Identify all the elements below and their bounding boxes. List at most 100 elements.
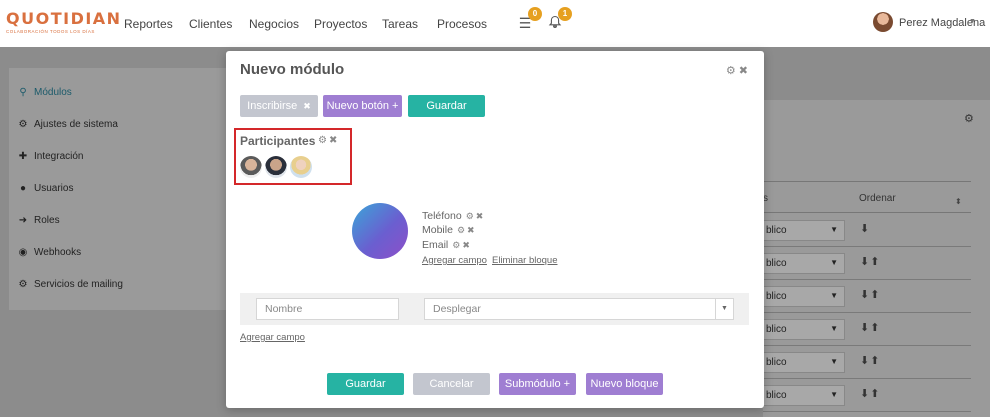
close-icon[interactable]: ✖	[303, 101, 311, 111]
sidebar-item-label: Integración	[34, 151, 84, 162]
add-submodule-button[interactable]: Submódulo +	[499, 373, 576, 395]
modal-title: Nuevo módulo	[240, 61, 345, 78]
sidebar-item-ajustes[interactable]: ⚙ Ajustes de sistema	[18, 119, 118, 130]
dropdown-value: Desplegar	[433, 303, 481, 315]
nav-clientes[interactable]: Clientes	[189, 17, 232, 31]
field-mobile: Mobile ⚙✖	[422, 224, 477, 236]
logo-wordmark: QUOTIDIAN	[6, 9, 122, 28]
sort-icon[interactable]: ⬍	[955, 197, 962, 206]
table-row: blico ▼ ⬇⬆	[763, 247, 971, 280]
gear-icon[interactable]: ⚙	[466, 211, 476, 221]
field-row: Nombre Desplegar ▼	[240, 293, 749, 325]
gear-icon[interactable]: ⚙	[964, 112, 974, 125]
add-block-button[interactable]: Nuevo bloque +	[586, 373, 663, 412]
app-logo[interactable]: QUOTIDIAN COLABORACIÓN TODOS LOS DÍAS	[6, 9, 122, 37]
user-avatar[interactable]	[873, 12, 893, 32]
background-select[interactable]: blico ▼	[763, 286, 845, 307]
background-select[interactable]: blico ▼	[763, 352, 845, 373]
move-arrows-icon[interactable]: ⬇⬆	[860, 255, 880, 268]
globe-icon: ◉	[18, 247, 28, 258]
nav-proyectos[interactable]: Proyectos	[314, 17, 367, 31]
background-select[interactable]: blico ▼	[763, 385, 845, 406]
close-icon[interactable]: ✖	[739, 65, 751, 77]
nav-procesos[interactable]: Procesos	[437, 17, 487, 31]
top-navbar: QUOTIDIAN COLABORACIÓN TODOS LOS DÍAS Re…	[0, 0, 990, 47]
background-select[interactable]: blico ▼	[763, 220, 845, 241]
subscribe-button-label: Inscribirse	[247, 100, 298, 112]
sidebar-item-roles[interactable]: ➜ Roles	[18, 215, 60, 226]
field-label: Email	[422, 239, 449, 251]
sidebar-item-label: Webhooks	[34, 247, 82, 258]
name-input[interactable]: Nombre	[256, 298, 399, 320]
chevron-down-icon[interactable]: ▼	[715, 299, 733, 319]
close-icon[interactable]: ✖	[462, 240, 472, 250]
sidebar-item-integracion[interactable]: ✚ Integración	[18, 151, 84, 162]
gears-icon: ⚙	[18, 119, 28, 130]
add-field-inline-link[interactable]: Agregar campo	[422, 255, 487, 266]
arrow-right-icon: ➜	[18, 215, 28, 226]
sidebar-item-webhooks[interactable]: ◉ Webhooks	[18, 247, 81, 258]
gear-icon[interactable]: ⚙	[726, 65, 739, 77]
gear-icon[interactable]: ⚙	[318, 135, 329, 146]
field-label: Mobile	[422, 224, 453, 236]
participant-avatar[interactable]	[265, 156, 287, 178]
field-label: Teléfono	[422, 210, 462, 222]
delete-block-link[interactable]: Eliminar bloque	[492, 255, 557, 266]
new-button-button[interactable]: Nuevo botón +	[323, 95, 402, 117]
table-row: blico ▼ ⬇	[763, 214, 971, 247]
cancel-button[interactable]: Cancelar	[413, 373, 490, 395]
sidebar-item-label: Roles	[34, 215, 60, 226]
nav-tareas[interactable]: Tareas	[382, 17, 418, 31]
settings-sidebar: ⚲ Módulos ⚙ Ajustes de sistema ✚ Integra…	[9, 68, 229, 310]
table-row: blico ▼ ⬇⬆	[763, 280, 971, 313]
move-arrows-icon[interactable]: ⬇⬆	[860, 354, 880, 367]
add-field-link[interactable]: Agregar campo	[240, 332, 305, 343]
notifications-badge: 1	[558, 7, 572, 21]
gear-icon: ⚙	[18, 279, 28, 290]
logo-tagline: COLABORACIÓN TODOS LOS DÍAS	[6, 29, 95, 34]
background-table-header: s Ordenar	[763, 181, 971, 213]
puzzle-icon: ✚	[18, 151, 28, 162]
modal-tools: ⚙✖	[726, 64, 751, 77]
sitemap-icon: ⚲	[19, 87, 27, 98]
gear-icon[interactable]: ⚙	[452, 240, 462, 250]
user-icon: ●	[19, 183, 27, 194]
participants-block: Participantes ⚙✖	[234, 128, 352, 185]
move-arrows-icon[interactable]: ⬇⬆	[860, 321, 880, 334]
close-icon[interactable]: ✖	[467, 225, 477, 235]
sidebar-item-label: Usuarios	[34, 183, 74, 194]
sidebar-item-usuarios[interactable]: ● Usuarios	[18, 183, 74, 194]
close-icon[interactable]: ✖	[329, 135, 339, 146]
participant-avatar[interactable]	[290, 156, 312, 178]
close-icon[interactable]: ✖	[476, 211, 486, 221]
module-avatar[interactable]	[352, 203, 408, 259]
participants-tools: ⚙✖	[318, 135, 339, 146]
field-telefono: Teléfono ⚙✖	[422, 210, 485, 222]
sidebar-item-label: Módulos	[34, 87, 72, 98]
background-select[interactable]: blico ▼	[763, 253, 845, 274]
sidebar-item-mailing[interactable]: ⚙ Servicios de mailing	[18, 279, 123, 290]
column-header-ordenar: Ordenar	[859, 193, 896, 204]
gear-icon[interactable]: ⚙	[457, 225, 467, 235]
table-row: blico ▼ ⬇⬆	[763, 379, 971, 412]
nav-negocios[interactable]: Negocios	[249, 17, 299, 31]
move-down-icon[interactable]: ⬇	[860, 222, 870, 235]
tasks-badge: 0	[528, 7, 542, 21]
move-arrows-icon[interactable]: ⬇⬆	[860, 387, 880, 400]
dropdown-select[interactable]: Desplegar ▼	[424, 298, 734, 320]
table-row: blico ▼ ⬇⬆	[763, 313, 971, 346]
table-row: blico ▼ ⬇⬆	[763, 346, 971, 379]
subscribe-button[interactable]: Inscribirse ✖	[240, 95, 318, 117]
save-button-top[interactable]: Guardar	[408, 95, 485, 117]
field-email: Email ⚙✖	[422, 239, 472, 251]
move-arrows-icon[interactable]: ⬇⬆	[860, 288, 880, 301]
new-module-modal: Nuevo módulo ⚙✖ Inscribirse ✖ Nuevo botón…	[226, 51, 764, 412]
participants-title: Participantes	[240, 134, 316, 148]
background-select[interactable]: blico ▼	[763, 319, 845, 340]
participant-avatar[interactable]	[240, 156, 262, 178]
chevron-down-icon[interactable]: ▼	[969, 18, 976, 25]
nav-reportes[interactable]: Reportes	[124, 17, 173, 31]
save-button[interactable]: Guardar	[327, 373, 404, 395]
sidebar-item-label: Ajustes de sistema	[34, 119, 118, 130]
sidebar-item-modulos[interactable]: ⚲ Módulos	[18, 87, 72, 98]
